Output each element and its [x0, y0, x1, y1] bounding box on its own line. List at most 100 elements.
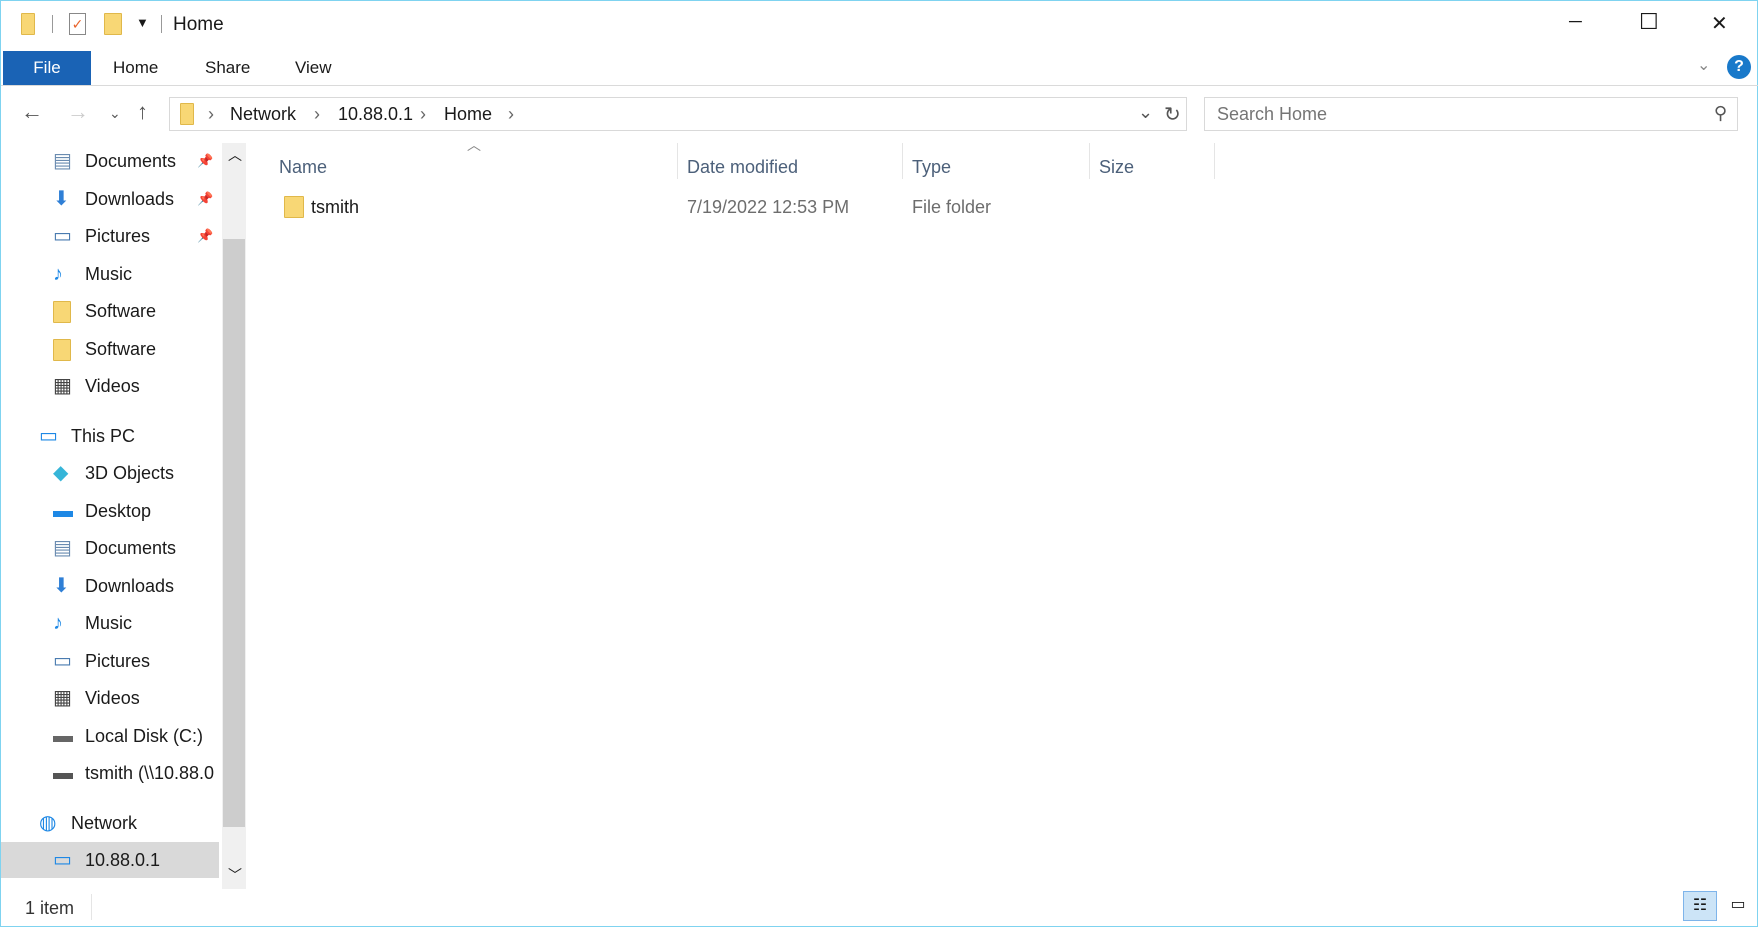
sidebar-item[interactable]: ♪ Music: [1, 256, 219, 292]
sidebar-item[interactable]: ⬇ Downloads 📌: [1, 181, 219, 217]
sidebar-item-label: Downloads: [85, 188, 175, 209]
local-disk-icon: ▬: [53, 724, 73, 747]
tab-share[interactable]: Share: [185, 51, 270, 85]
sidebar-item[interactable]: ▤ Documents: [1, 530, 219, 566]
sidebar-item-label: This PC: [71, 425, 136, 446]
forward-icon[interactable]: →: [67, 99, 89, 125]
videos-icon: ▦: [53, 687, 72, 709]
sidebar-item-label: Software: [85, 301, 157, 321]
sidebar-item[interactable]: ▦ Videos: [1, 680, 219, 716]
sidebar-item[interactable]: ▦ Videos: [1, 368, 219, 404]
search-box[interactable]: ⚲: [1204, 97, 1738, 131]
sidebar-item-label: Documents: [85, 538, 177, 558]
sidebar-item-label: Music: [85, 263, 133, 284]
sidebar-item[interactable]: ▭ 10.88.0.1: [1, 842, 219, 878]
documents-icon: ▤: [53, 537, 72, 559]
sidebar-item-label: tsmith (\\10.88.0: [85, 763, 215, 783]
sort-indicator-icon: ︿: [467, 137, 481, 153]
sidebar-item[interactable]: ⬇ Downloads: [1, 568, 219, 604]
pictures-icon: ▭: [53, 225, 72, 247]
address-bar[interactable]: › Network › 10.88.0.1 › Home › ⌄ ↻: [169, 97, 1187, 131]
sidebar-item[interactable]: ▬ Desktop: [1, 493, 219, 529]
breadcrumb-network[interactable]: Network: [230, 104, 296, 125]
up-icon[interactable]: ↑: [137, 99, 148, 125]
column-size[interactable]: Size: [1099, 149, 1134, 185]
sidebar-item[interactable]: ◆ 3D Objects: [1, 455, 219, 491]
close-button[interactable]: ✕: [1711, 11, 1728, 36]
sidebar-item-label: Desktop: [85, 500, 152, 521]
scroll-down-icon[interactable]: ﹀: [228, 865, 242, 885]
sidebar-item-label: Downloads: [85, 575, 175, 596]
recent-locations-icon[interactable]: ⌄: [109, 105, 121, 122]
sidebar-item-label: Pictures: [85, 226, 151, 246]
file-name: tsmith: [311, 197, 360, 217]
customize-toolbar-icon[interactable]: ▼: [136, 15, 149, 30]
sidebar-item[interactable]: ▭ This PC: [1, 418, 219, 454]
help-button[interactable]: ?: [1727, 55, 1751, 79]
3d-objects-icon: ◆: [53, 462, 69, 484]
downloads-icon: ⬇: [53, 187, 70, 210]
expand-ribbon-icon[interactable]: ⌄: [1697, 55, 1710, 75]
details-view-button[interactable]: ☷: [1683, 891, 1717, 921]
sidebar-item-label: 10.88.0.1: [85, 850, 161, 870]
sidebar-item[interactable]: ◍ Network: [1, 805, 219, 841]
back-icon[interactable]: ←: [21, 99, 43, 125]
breadcrumb-home[interactable]: Home: [444, 104, 492, 125]
sidebar-item-label: Videos: [85, 376, 140, 396]
sidebar-item[interactable]: ▬ tsmith (\\10.88.0: [1, 755, 219, 791]
network-folder-icon: [180, 103, 194, 130]
sidebar-item[interactable]: Software: [1, 331, 219, 367]
status-item-count: 1 item: [25, 898, 75, 918]
videos-icon: ▦: [53, 375, 72, 397]
sidebar-item[interactable]: ▬ Local Disk (C:): [1, 718, 219, 754]
this-pc-icon: ▭: [39, 424, 58, 447]
sidebar-item-label: Pictures: [85, 650, 151, 671]
sidebar-item[interactable]: ♪ Music: [1, 605, 219, 641]
sidebar-scrollbar[interactable]: ︿ ﹀: [222, 143, 246, 889]
sidebar-item[interactable]: ▭ Pictures: [1, 643, 219, 679]
sidebar-item-label: Music: [85, 613, 133, 633]
tab-view[interactable]: View: [275, 51, 352, 85]
column-type[interactable]: Type: [912, 149, 951, 185]
computer-icon: ▭: [53, 849, 72, 871]
sidebar-item-label: Network: [71, 812, 138, 833]
sidebar-item-label: 3D Objects: [85, 463, 175, 483]
sidebar-item[interactable]: ▭ Pictures 📌: [1, 218, 219, 254]
large-icons-view-button[interactable]: ▭: [1723, 891, 1753, 921]
scroll-up-icon[interactable]: ︿: [228, 145, 242, 165]
pin-icon: 📌: [197, 153, 214, 168]
maximize-button[interactable]: ☐: [1639, 9, 1659, 35]
search-input[interactable]: [1217, 104, 1697, 125]
refresh-icon[interactable]: ↻: [1164, 102, 1181, 127]
scrollbar-thumb[interactable]: [223, 239, 245, 827]
folder-icon: [53, 299, 75, 323]
file-row[interactable]: tsmith 7/19/2022 12:53 PM File folder: [269, 189, 1229, 225]
desktop-icon: ▬: [53, 499, 73, 522]
tab-file[interactable]: File: [3, 51, 91, 85]
sidebar-item-label: Local Disk (C:): [85, 725, 204, 746]
pin-icon: 📌: [197, 190, 214, 206]
folder-icon: [284, 196, 304, 223]
sidebar-item[interactable]: ▤ Documents 📌: [1, 143, 219, 179]
network-drive-icon: ▬: [53, 762, 73, 784]
documents-icon: ▤: [53, 150, 72, 172]
music-icon: ♪: [53, 262, 63, 285]
window-title: Home: [173, 14, 224, 35]
minimize-button[interactable]: ─: [1569, 11, 1582, 32]
sidebar-item[interactable]: Software: [1, 293, 219, 329]
address-dropdown-icon[interactable]: ⌄: [1138, 102, 1153, 123]
properties-icon[interactable]: ✓: [69, 13, 86, 35]
pin-icon: 📌: [197, 228, 214, 243]
sidebar-item-label: Documents: [85, 151, 177, 171]
sidebar-item-label: Software: [85, 338, 157, 359]
downloads-icon: ⬇: [53, 574, 70, 597]
column-date-modified[interactable]: Date modified: [687, 149, 798, 185]
folder-icon: [53, 337, 75, 361]
column-name[interactable]: Name: [279, 149, 327, 185]
pictures-icon: ▭: [53, 649, 72, 672]
tab-home[interactable]: Home: [93, 51, 178, 85]
search-icon: ⚲: [1713, 103, 1727, 123]
breadcrumb-host[interactable]: 10.88.0.1: [338, 104, 413, 125]
sidebar-item-label: Videos: [85, 688, 140, 708]
file-type: File folder: [912, 197, 992, 217]
